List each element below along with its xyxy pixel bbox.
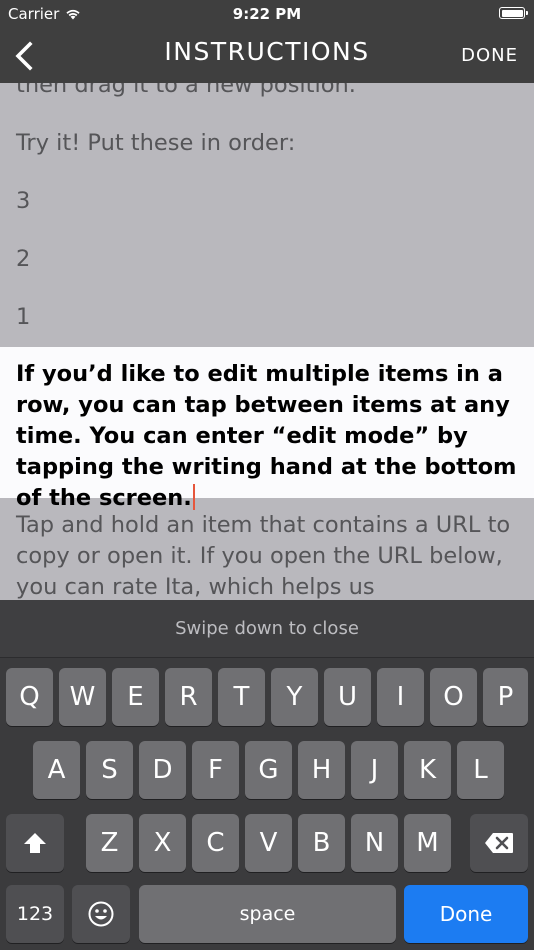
numbers-key[interactable]: 123 bbox=[6, 885, 64, 943]
key-k[interactable]: K bbox=[404, 741, 451, 799]
battery-level bbox=[501, 9, 523, 17]
delete-key[interactable] bbox=[470, 814, 528, 872]
list-item-editing[interactable]: If you’d like to edit multiple items in … bbox=[0, 347, 534, 511]
battery-icon bbox=[499, 7, 528, 19]
space-key[interactable]: space bbox=[139, 885, 396, 943]
key-p[interactable]: P bbox=[483, 668, 528, 726]
emoji-key[interactable] bbox=[72, 885, 130, 943]
key-z[interactable]: Z bbox=[86, 814, 133, 872]
key-j[interactable]: J bbox=[351, 741, 398, 799]
key-g[interactable]: G bbox=[245, 741, 292, 799]
emoji-face-icon bbox=[88, 901, 114, 927]
key-h[interactable]: H bbox=[298, 741, 345, 799]
backspace-icon bbox=[485, 833, 513, 853]
list-item[interactable]: 2 bbox=[16, 244, 516, 275]
key-e[interactable]: E bbox=[112, 668, 159, 726]
list-item[interactable]: 1 bbox=[16, 302, 516, 333]
key-c[interactable]: C bbox=[192, 814, 239, 872]
text-caret bbox=[192, 484, 195, 510]
instructions-list: then drag it to a new position. Try it! … bbox=[0, 83, 534, 600]
key-s[interactable]: S bbox=[86, 741, 133, 799]
key-f[interactable]: F bbox=[192, 741, 239, 799]
list-item[interactable]: Try it! Put these in order: bbox=[16, 128, 516, 159]
key-o[interactable]: O bbox=[430, 668, 477, 726]
nav-bar: INSTRUCTIONS DONE bbox=[0, 28, 534, 83]
key-i[interactable]: I bbox=[377, 668, 424, 726]
key-w[interactable]: W bbox=[59, 668, 106, 726]
list-item[interactable]: then drag it to a new position. bbox=[16, 83, 516, 101]
key-a[interactable]: A bbox=[33, 741, 80, 799]
editing-text-content: If you’d like to edit multiple items in … bbox=[16, 361, 517, 511]
status-bar: Carrier 9:22 PM bbox=[0, 0, 534, 28]
status-time: 9:22 PM bbox=[232, 5, 302, 23]
key-m[interactable]: M bbox=[404, 814, 451, 872]
list-item[interactable]: Tap and hold an item that contains a URL… bbox=[16, 510, 516, 600]
screen: Carrier 9:22 PM INSTRUCTIONS DONE then d… bbox=[0, 0, 534, 950]
keyboard: Swipe down to close Q W E R T Y U I O P … bbox=[0, 600, 534, 950]
key-v[interactable]: V bbox=[245, 814, 292, 872]
list-item[interactable]: 3 bbox=[16, 186, 516, 217]
key-t[interactable]: T bbox=[218, 668, 265, 726]
key-l[interactable]: L bbox=[457, 741, 504, 799]
editing-text[interactable]: If you’d like to edit multiple items in … bbox=[16, 359, 526, 514]
key-x[interactable]: X bbox=[139, 814, 186, 872]
keyboard-close-hint[interactable]: Swipe down to close bbox=[0, 600, 534, 658]
key-y[interactable]: Y bbox=[271, 668, 318, 726]
key-r[interactable]: R bbox=[165, 668, 212, 726]
shift-arrow-icon bbox=[24, 833, 46, 853]
nav-done-button[interactable]: DONE bbox=[461, 45, 518, 66]
key-d[interactable]: D bbox=[139, 741, 186, 799]
keyboard-done-button[interactable]: Done bbox=[404, 885, 528, 943]
page-title: INSTRUCTIONS bbox=[164, 37, 370, 66]
key-b[interactable]: B bbox=[298, 814, 345, 872]
key-n[interactable]: N bbox=[351, 814, 398, 872]
key-q[interactable]: Q bbox=[6, 668, 53, 726]
shift-key[interactable] bbox=[6, 814, 64, 872]
key-u[interactable]: U bbox=[324, 668, 371, 726]
